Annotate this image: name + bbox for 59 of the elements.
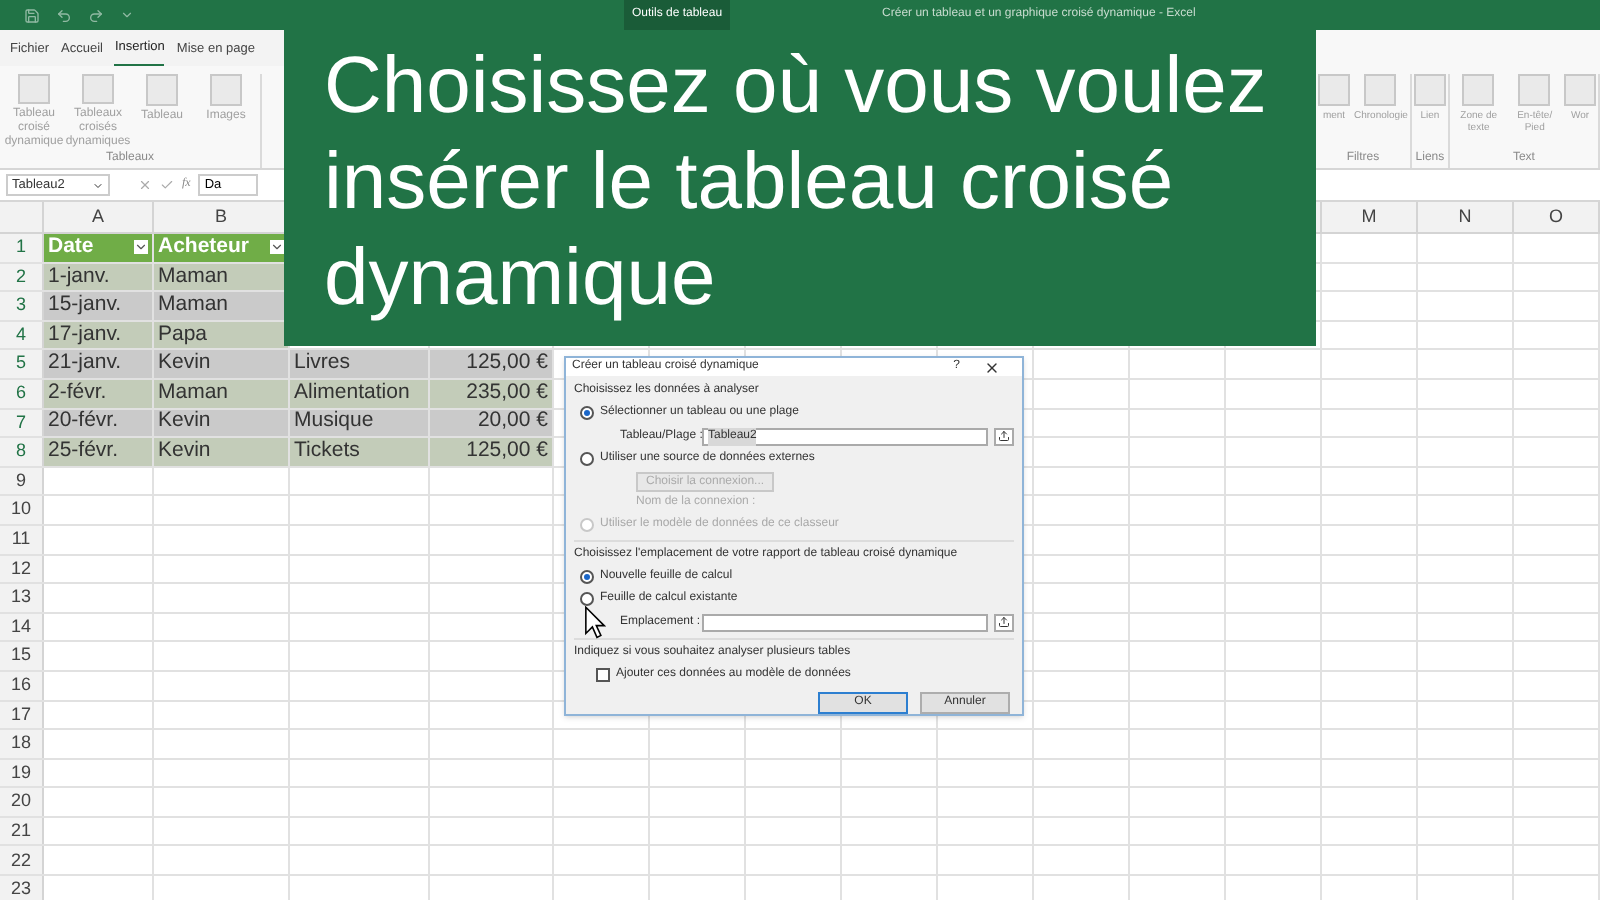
collapse-dialog-button[interactable]	[994, 613, 1014, 631]
redo-icon[interactable]	[88, 7, 104, 23]
table-header-cell-text: Date	[48, 231, 94, 262]
upload-icon	[998, 430, 1010, 442]
table-cell-text: 15-janv.	[48, 290, 122, 321]
undo-icon[interactable]	[56, 7, 72, 23]
column-header[interactable]: M	[1361, 203, 1377, 231]
table-cell-text: 2-févr.	[48, 377, 107, 408]
table-cell-text: Tickets	[294, 436, 360, 467]
table-cell-text: Livres	[294, 348, 351, 379]
table-cell-text: Kevin	[158, 436, 211, 467]
ribbon-item-icon	[1564, 74, 1596, 106]
table-cell-text: 125,00 €	[466, 436, 548, 467]
table-cell-text: Alimentation	[294, 377, 410, 408]
table-cell-text: 25-févr.	[48, 436, 119, 467]
column-header[interactable]: O	[1548, 203, 1563, 231]
radio-button[interactable]	[580, 452, 594, 466]
table-cell-text: 17-janv.	[48, 319, 122, 350]
radio-button[interactable]	[580, 592, 594, 606]
table-header-cell-text: Acheteur	[158, 231, 250, 262]
table-cell-text: Musique	[294, 406, 374, 437]
ribbon-item-icon	[1364, 74, 1397, 106]
ribbon-item-icon	[1413, 74, 1446, 106]
customize-caret-icon[interactable]	[120, 8, 134, 22]
column-header[interactable]: N	[1458, 203, 1472, 231]
ribbon-item-icon	[1462, 74, 1495, 106]
table-cell-text: Papa	[158, 319, 208, 350]
table-cell-text: 21-janv.	[48, 348, 122, 379]
radio-button[interactable]	[580, 406, 594, 420]
table-cell-text: 20,00 €	[477, 406, 548, 437]
column-header[interactable]: B	[214, 203, 227, 231]
table-cell-text: Kevin	[158, 348, 211, 379]
table-cell-text: Maman	[158, 377, 229, 408]
checkbox[interactable]	[596, 668, 610, 682]
close-icon[interactable]	[984, 359, 1000, 375]
collapse-dialog-button[interactable]	[994, 427, 1014, 445]
ribbon-item-icon	[1518, 74, 1551, 106]
table-cell-text: 125,00 €	[466, 348, 548, 379]
caret-icon	[92, 179, 104, 191]
table-cell-text: Kevin	[158, 406, 211, 437]
mouse-pointer-icon	[584, 606, 606, 640]
ribbon-item-icon	[1318, 74, 1350, 106]
table-cell-text: Maman	[158, 290, 229, 321]
upload-icon	[998, 616, 1010, 628]
table-cell-text: Maman	[158, 261, 229, 292]
radio-button[interactable]	[580, 570, 594, 584]
table-cell-text: 1-janv.	[48, 261, 110, 292]
banner-text: Choisissez où vous voulez insérer le tableau croisé dynamique	[324, 42, 1267, 322]
ribbon-item-icon	[210, 74, 242, 106]
column-header[interactable]: A	[91, 203, 104, 231]
table-cell-text: 20-févr.	[48, 406, 119, 437]
ribbon-item-icon	[82, 74, 114, 104]
filter-dropdown-icon[interactable]	[134, 240, 148, 255]
ribbon-item-icon	[146, 74, 178, 106]
ribbon-item-icon	[18, 74, 50, 104]
filter-dropdown-icon[interactable]	[270, 240, 284, 255]
table-cell-text: 235,00 €	[466, 377, 548, 408]
range-input-field[interactable]	[702, 613, 988, 631]
save-icon[interactable]	[24, 7, 40, 23]
